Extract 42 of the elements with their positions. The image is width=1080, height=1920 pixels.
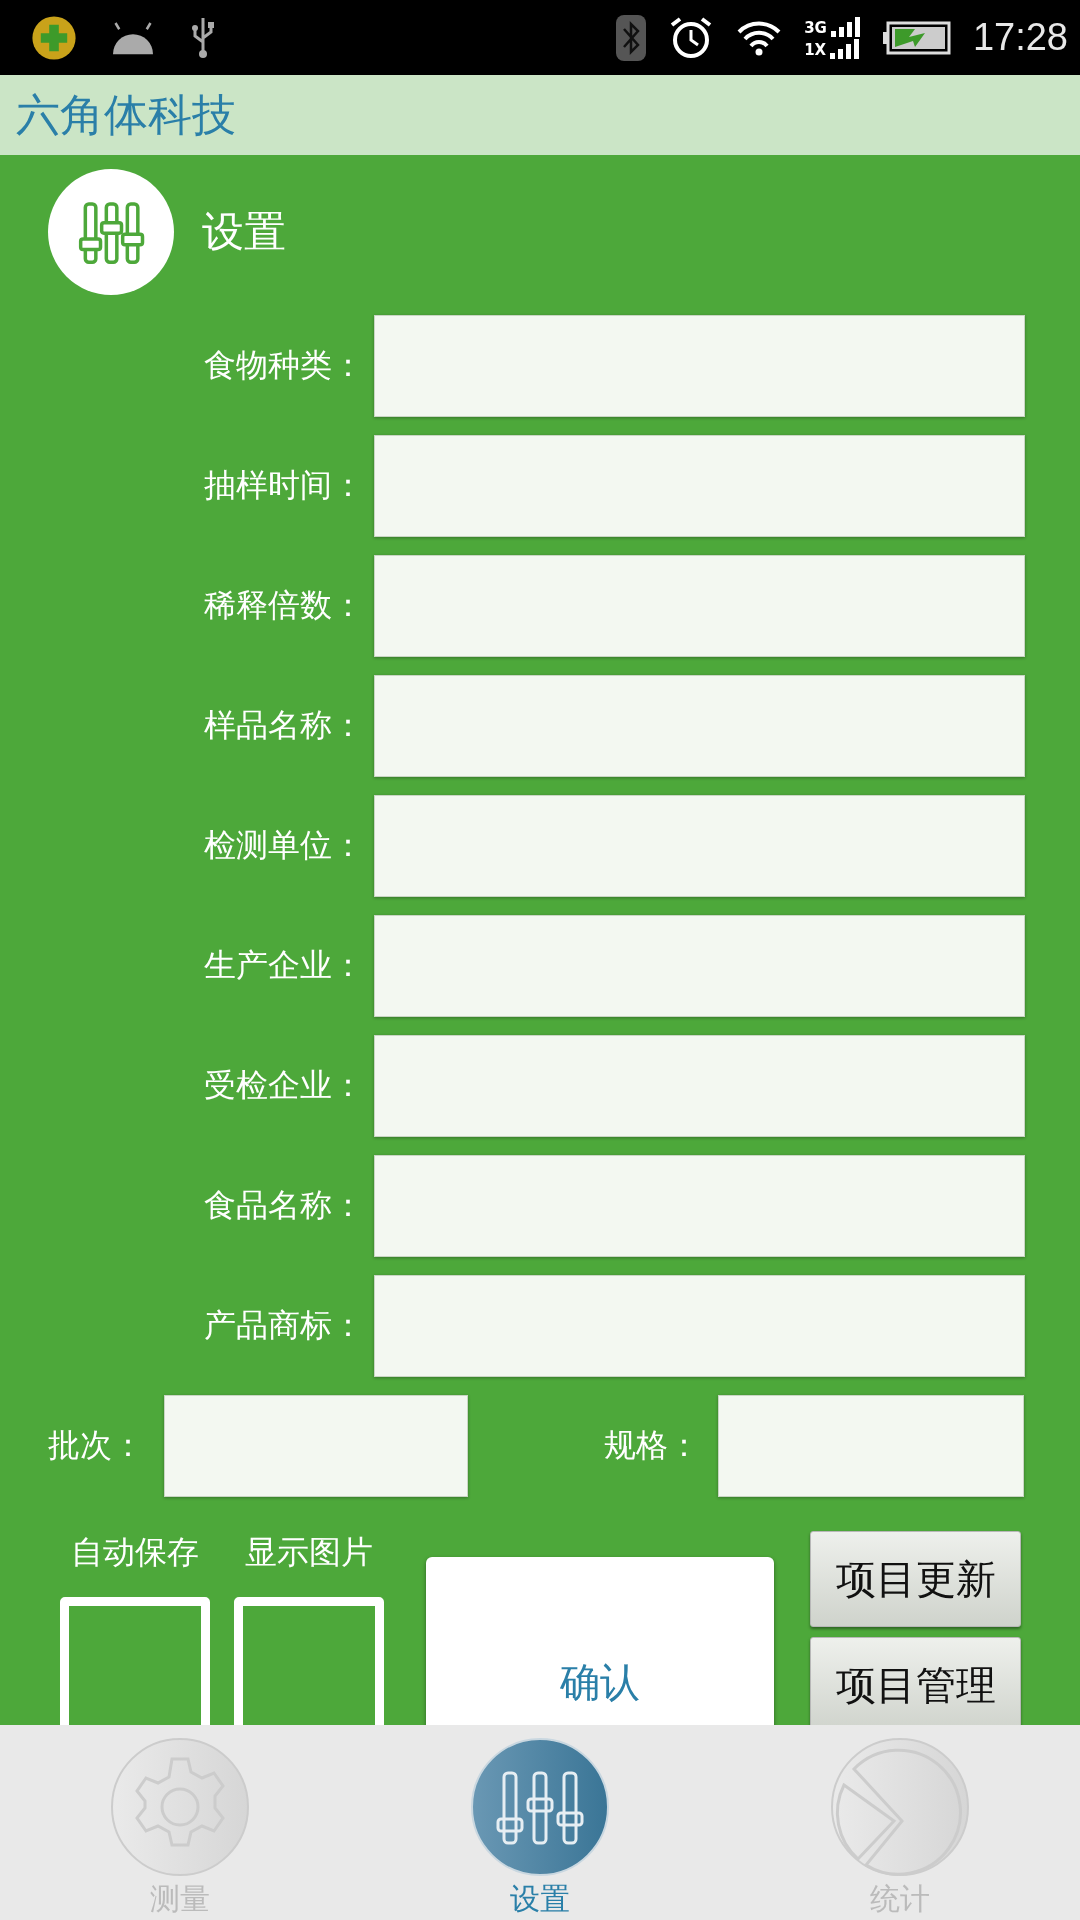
field-label: 食品名称： — [203, 1185, 365, 1226]
bluetooth-icon — [616, 14, 647, 61]
input-field[interactable] — [374, 1275, 1025, 1377]
network-type: 3G — [804, 18, 827, 37]
input-field[interactable] — [374, 315, 1025, 417]
plus-icon — [30, 13, 78, 62]
section-title: 设置 — [202, 206, 286, 258]
field-label: 抽样时间： — [203, 465, 365, 506]
sliders-icon — [470, 1737, 610, 1877]
input-field[interactable] — [374, 795, 1025, 897]
network-type: 1X — [804, 40, 827, 59]
field-label: 检测单位： — [203, 825, 365, 866]
input-field[interactable] — [374, 1035, 1025, 1137]
signal-icon — [830, 38, 861, 59]
input-field[interactable] — [374, 915, 1025, 1017]
input-field[interactable] — [374, 675, 1025, 777]
app-title: 六角体科技 — [16, 87, 236, 142]
field-label: 食物种类： — [203, 345, 365, 386]
checkbox-label: 自动保存 — [71, 1532, 199, 1573]
signal-icon — [830, 16, 861, 37]
gear-icon — [110, 1737, 250, 1877]
pie-chart-icon — [830, 1737, 970, 1877]
field-label: 批次： — [48, 1425, 145, 1466]
battery-icon — [882, 20, 951, 55]
input-field[interactable] — [718, 1395, 1024, 1497]
clock: 17:28 — [972, 16, 1068, 59]
input-field[interactable] — [374, 435, 1025, 537]
nav-tab[interactable]: 设置 — [360, 1725, 720, 1920]
wifi-icon — [736, 19, 783, 56]
checkbox-label: 显示图片 — [245, 1532, 373, 1573]
action-button[interactable]: 项目更新 — [810, 1531, 1021, 1627]
confirm-button[interactable]: 确认 — [426, 1557, 774, 1725]
input-field[interactable] — [164, 1395, 468, 1497]
action-button[interactable]: 项目管理 — [810, 1637, 1021, 1725]
field-label: 产品商标： — [203, 1305, 365, 1346]
field-label: 样品名称： — [203, 705, 365, 746]
field-label: 稀释倍数： — [203, 585, 365, 626]
field-label: 受检企业： — [203, 1065, 365, 1106]
field-label: 生产企业： — [203, 945, 365, 986]
input-field[interactable] — [374, 555, 1025, 657]
field-label: 规格： — [604, 1425, 701, 1466]
input-field[interactable] — [374, 1155, 1025, 1257]
